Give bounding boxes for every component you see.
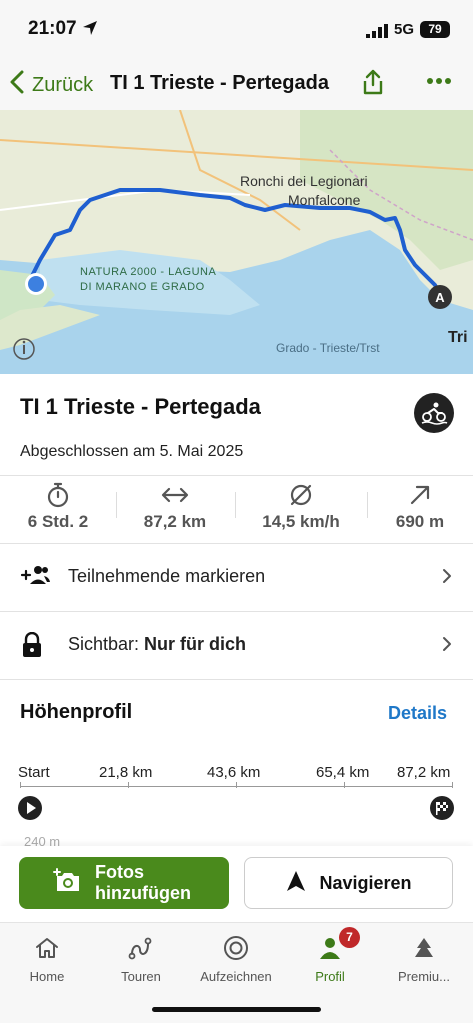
stat-separator: [235, 492, 236, 518]
tag-participants-label: Teilnehmende markieren: [68, 566, 266, 586]
chevron-left-icon: [10, 70, 24, 100]
axis-label-end: 87,2 km: [397, 764, 451, 781]
map-label-grado: Grado - Trieste/Trst: [276, 341, 380, 355]
distance-arrows-icon: [126, 482, 224, 508]
status-bar: 21:07 5G 79: [0, 0, 473, 58]
network-type: 5G: [394, 21, 415, 38]
route-icon: [94, 933, 188, 963]
map-label-natura-2: DI MARANO E GRADO: [80, 281, 205, 293]
divider: [0, 679, 473, 680]
completed-date: Abgeschlossen am 5. Mai 2025: [20, 443, 244, 460]
visibility-value: Nur für dich: [144, 634, 247, 654]
add-people-icon: [20, 564, 50, 591]
tab-record[interactable]: Aufzeichnen: [189, 933, 283, 984]
stat-distance: 87,2 km: [126, 482, 224, 532]
navigation-bar: Zurück TI 1 Trieste - Pertegada: [0, 58, 473, 110]
visibility-row[interactable]: Sichtbar: Nur für dich: [0, 612, 473, 678]
axis-tick: [20, 782, 21, 788]
tab-record-label: Aufzeichnen: [200, 969, 272, 984]
stat-speed-value: 14,5 km/h: [262, 512, 340, 531]
navigate-button[interactable]: Navigieren: [244, 857, 453, 909]
more-options-button[interactable]: [426, 68, 452, 99]
navigate-label: Navigieren: [319, 872, 412, 893]
axis-tick: [236, 782, 237, 788]
cycling-icon: [414, 393, 454, 433]
lock-icon: [20, 631, 44, 663]
tab-profile-label: Profil: [315, 969, 345, 984]
axis-label-3: 65,4 km: [316, 764, 370, 781]
add-photos-label: Fotos hinzufügen: [95, 862, 191, 903]
axis-tick: [128, 782, 129, 788]
back-button[interactable]: Zurück: [10, 70, 93, 100]
tour-title: TI 1 Trieste - Pertegada: [20, 394, 261, 419]
visibility-prefix: Sichtbar:: [68, 634, 145, 654]
tab-home-label: Home: [29, 969, 65, 984]
axis-label-1: 21,8 km: [99, 764, 153, 781]
home-icon: [0, 933, 94, 963]
status-time: 21:07: [28, 18, 77, 39]
navigation-arrow-icon: [285, 869, 307, 898]
share-icon: [361, 69, 385, 99]
map-label-trieste: Tri: [448, 329, 468, 346]
premium-icon: [377, 933, 471, 963]
stat-duration-value: 6 Std. 2: [27, 512, 89, 531]
route-map[interactable]: A Ronchi dei Legionari Monfalcone NATURA…: [0, 110, 473, 374]
axis-label-2: 43,6 km: [207, 764, 261, 781]
finish-flag-icon: [430, 796, 454, 820]
tab-tours[interactable]: Touren: [94, 933, 188, 984]
back-label: Zurück: [32, 73, 94, 96]
chevron-right-icon: [442, 636, 452, 657]
profile-icon: [283, 933, 377, 963]
tab-premium[interactable]: Premiu...: [377, 933, 471, 984]
tab-premium-label: Premiu...: [397, 969, 450, 984]
map-label-monfalcone: Monfalcone: [288, 192, 361, 208]
chevron-right-icon: [442, 568, 452, 589]
stat-speed: 14,5 km/h: [245, 482, 357, 532]
ascent-arrow-icon: [377, 482, 463, 508]
axis-label-start: Start: [18, 764, 50, 781]
action-bar: Fotos hinzufügen Navigieren: [0, 846, 473, 922]
cellular-signal-icon: [366, 24, 388, 43]
stat-elevation: 690 m: [377, 482, 463, 532]
map-label-natura-1: NATURA 2000 - LAGUNA: [80, 266, 217, 278]
map-marker-a: A: [435, 290, 445, 305]
elevation-details-link[interactable]: Details: [388, 703, 447, 724]
average-speed-icon: [245, 482, 357, 508]
location-arrow-icon: [82, 20, 98, 41]
stat-separator: [367, 492, 368, 518]
start-play-icon: [18, 796, 42, 820]
axis-tick: [452, 782, 453, 788]
add-photos-button[interactable]: Fotos hinzufügen: [19, 857, 229, 909]
stopwatch-icon: [10, 482, 106, 508]
share-button[interactable]: [361, 69, 385, 100]
tag-participants-row[interactable]: Teilnehmende markieren: [0, 544, 473, 610]
ellipsis-icon: [426, 78, 452, 98]
tab-tours-label: Touren: [121, 969, 161, 984]
visibility-label: Sichtbar: Nur für dich: [68, 634, 246, 655]
stat-elevation-value: 690 m: [395, 512, 445, 531]
elevation-profile-title: Höhenprofil: [20, 701, 133, 723]
tour-stats: 6 Std. 2 87,2 km 14,5 km/h 690 m: [0, 476, 473, 542]
map-label-ronchi: Ronchi dei Legionari: [240, 173, 368, 189]
stat-distance-value: 87,2 km: [143, 512, 207, 531]
record-icon: [189, 933, 283, 963]
add-photo-camera-icon: [53, 867, 83, 899]
stat-duration: 6 Std. 2: [10, 482, 106, 532]
battery-icon: 79: [420, 21, 450, 38]
page-title: TI 1 Trieste - Pertegada: [110, 72, 329, 94]
tab-profile[interactable]: 7 Profil: [283, 927, 377, 984]
profile-notification-badge: 7: [339, 927, 360, 948]
home-indicator: [152, 1007, 321, 1012]
tab-home[interactable]: Home: [0, 933, 94, 984]
stat-separator: [116, 492, 117, 518]
axis-tick: [344, 782, 345, 788]
